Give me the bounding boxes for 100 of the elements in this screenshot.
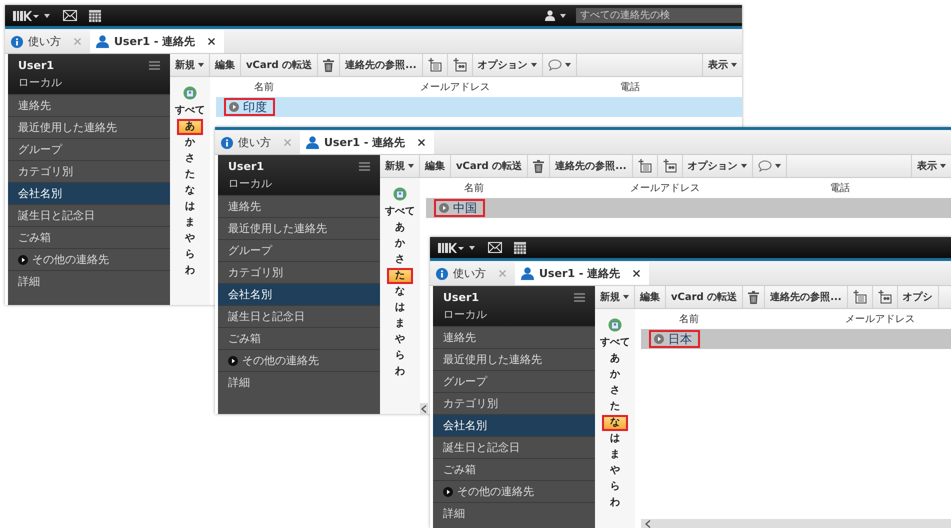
index-letter[interactable]: ら bbox=[387, 348, 413, 364]
close-icon[interactable] bbox=[633, 270, 640, 277]
toolbar-button[interactable]: 連絡先の参照... bbox=[340, 54, 423, 76]
index-letter[interactable]: さ bbox=[177, 151, 203, 167]
tab[interactable]: User1 - 連絡先 bbox=[90, 30, 224, 53]
menu-icon[interactable] bbox=[149, 60, 160, 70]
index-letter[interactable]: は bbox=[602, 431, 628, 447]
info-icon bbox=[11, 36, 23, 48]
sidebar-item[interactable]: その他の連絡先 bbox=[433, 480, 595, 502]
sidebar-item[interactable]: 会社名別 bbox=[433, 414, 595, 436]
index-letter[interactable]: すべて bbox=[600, 335, 630, 351]
index-letter[interactable]: か bbox=[177, 135, 203, 151]
index-letter[interactable]: わ bbox=[387, 364, 413, 380]
index-letter[interactable]: ら bbox=[602, 479, 628, 495]
mail-icon[interactable] bbox=[60, 10, 80, 21]
tab-label: User1 - 連絡先 bbox=[539, 266, 620, 281]
tab[interactable]: User1 - 連絡先 bbox=[300, 131, 434, 154]
column-header[interactable]: メールアドレス bbox=[590, 181, 770, 195]
tab[interactable]: 使い方 bbox=[430, 262, 515, 285]
toolbar-button[interactable]: 編集 bbox=[210, 54, 241, 76]
column-header[interactable]: 名前 bbox=[420, 181, 590, 195]
index-letter[interactable]: た bbox=[177, 167, 203, 183]
index-letter[interactable]: や bbox=[602, 463, 628, 479]
index-letter[interactable]: た bbox=[602, 399, 628, 415]
tab-label: User1 - 連絡先 bbox=[114, 34, 196, 49]
contact-row[interactable]: 中国 bbox=[426, 198, 951, 218]
index-letter[interactable]: すべて bbox=[175, 103, 205, 119]
column-header[interactable]: 電話 bbox=[560, 80, 640, 94]
sidebar-item[interactable]: その他の連絡先 bbox=[218, 349, 380, 371]
mail-icon[interactable] bbox=[485, 242, 505, 253]
index-letter[interactable]: あ bbox=[177, 119, 203, 135]
index-letter[interactable]: や bbox=[177, 231, 203, 247]
sidebar-item[interactable]: その他の連絡先 bbox=[8, 248, 170, 270]
horizontal-scrollbar[interactable] bbox=[641, 519, 951, 528]
column-header[interactable]: 名前 bbox=[635, 312, 805, 326]
index-letter[interactable]: な bbox=[387, 284, 413, 300]
person-icon bbox=[306, 136, 319, 149]
app-logo-icon bbox=[13, 10, 39, 22]
tab[interactable]: User1 - 連絡先 bbox=[515, 262, 650, 285]
toolbar-button[interactable]: vCard の転送 bbox=[241, 54, 318, 76]
index-letter[interactable]: あ bbox=[602, 351, 628, 367]
toolbar-button[interactable]: 新規 bbox=[380, 155, 420, 177]
index-letter[interactable]: な bbox=[602, 415, 628, 431]
toolbar-button[interactable]: 編集 bbox=[635, 286, 666, 308]
caret-icon bbox=[44, 14, 50, 18]
index-letter[interactable]: あ bbox=[387, 220, 413, 236]
menu-icon[interactable] bbox=[359, 162, 370, 170]
index-letter[interactable]: さ bbox=[602, 383, 628, 399]
index-letter[interactable]: な bbox=[177, 183, 203, 199]
account-name: User1 bbox=[18, 58, 54, 72]
toolbar-button[interactable]: オプション bbox=[472, 54, 543, 76]
toolbar-button[interactable]: オプシ bbox=[898, 286, 939, 308]
toolbar-button[interactable]: 連絡先の参照... bbox=[765, 286, 848, 308]
toolbar-button[interactable]: 編集 bbox=[420, 155, 451, 177]
toolbar-button[interactable]: 新規 bbox=[595, 286, 635, 308]
expand-icon[interactable] bbox=[443, 486, 453, 496]
column-header[interactable]: メールアドレス bbox=[380, 80, 560, 94]
index-letter[interactable]: や bbox=[387, 332, 413, 348]
index-letter[interactable]: ら bbox=[177, 247, 203, 263]
menu-icon[interactable] bbox=[574, 292, 585, 302]
calendar-icon[interactable] bbox=[511, 242, 529, 254]
sidebar-item[interactable]: 会社名別 bbox=[8, 182, 170, 204]
expand-icon[interactable] bbox=[228, 356, 238, 366]
index-letter[interactable]: わ bbox=[177, 263, 203, 279]
index-letter[interactable]: は bbox=[177, 199, 203, 215]
column-header[interactable]: メールアドレス bbox=[805, 312, 951, 326]
sidebar-item-label: その他の連絡先 bbox=[242, 353, 319, 368]
toolbar-button[interactable]: 連絡先の参照... bbox=[550, 155, 633, 177]
person-icon bbox=[545, 10, 555, 21]
column-header[interactable]: 電話 bbox=[770, 181, 850, 195]
toolbar-button[interactable]: 新規 bbox=[170, 54, 210, 76]
toolbar-button[interactable]: オプション bbox=[682, 155, 753, 177]
toolbar-button[interactable]: vCard の転送 bbox=[666, 286, 744, 308]
calendar-icon[interactable] bbox=[86, 10, 104, 22]
info-icon bbox=[221, 136, 233, 148]
index-letter[interactable]: は bbox=[387, 300, 413, 316]
index-letter[interactable]: さ bbox=[387, 252, 413, 268]
index-letter[interactable]: ま bbox=[177, 215, 203, 231]
close-icon[interactable] bbox=[208, 38, 216, 45]
contact-row[interactable]: 印度 bbox=[216, 97, 742, 117]
index-letter[interactable]: か bbox=[387, 236, 413, 252]
expand-icon[interactable] bbox=[18, 254, 28, 264]
column-header[interactable]: 名前 bbox=[210, 80, 380, 94]
index-letter[interactable]: すべて bbox=[385, 204, 415, 220]
index-letter[interactable]: た bbox=[387, 268, 413, 284]
index-letter[interactable]: ま bbox=[602, 447, 628, 463]
toolbar-button[interactable]: vCard の転送 bbox=[451, 155, 528, 177]
toolbar-button[interactable]: 表示 bbox=[911, 155, 951, 177]
index-letter[interactable]: か bbox=[602, 367, 628, 383]
tab[interactable]: 使い方 bbox=[5, 30, 90, 53]
sidebar-item-label: その他の連絡先 bbox=[32, 252, 109, 267]
index-letter[interactable]: わ bbox=[602, 495, 628, 511]
toolbar-button[interactable]: 表示 bbox=[702, 54, 742, 76]
close-icon[interactable] bbox=[418, 139, 426, 146]
contact-row[interactable]: 日本 bbox=[641, 329, 951, 349]
tab[interactable]: 使い方 bbox=[215, 131, 300, 154]
sidebar-item[interactable]: 会社名別 bbox=[218, 283, 380, 305]
index-letter[interactable]: ま bbox=[387, 316, 413, 332]
search-field[interactable]: すべての連絡先の検 bbox=[576, 8, 742, 23]
scroll-left-icon[interactable] bbox=[645, 520, 651, 528]
